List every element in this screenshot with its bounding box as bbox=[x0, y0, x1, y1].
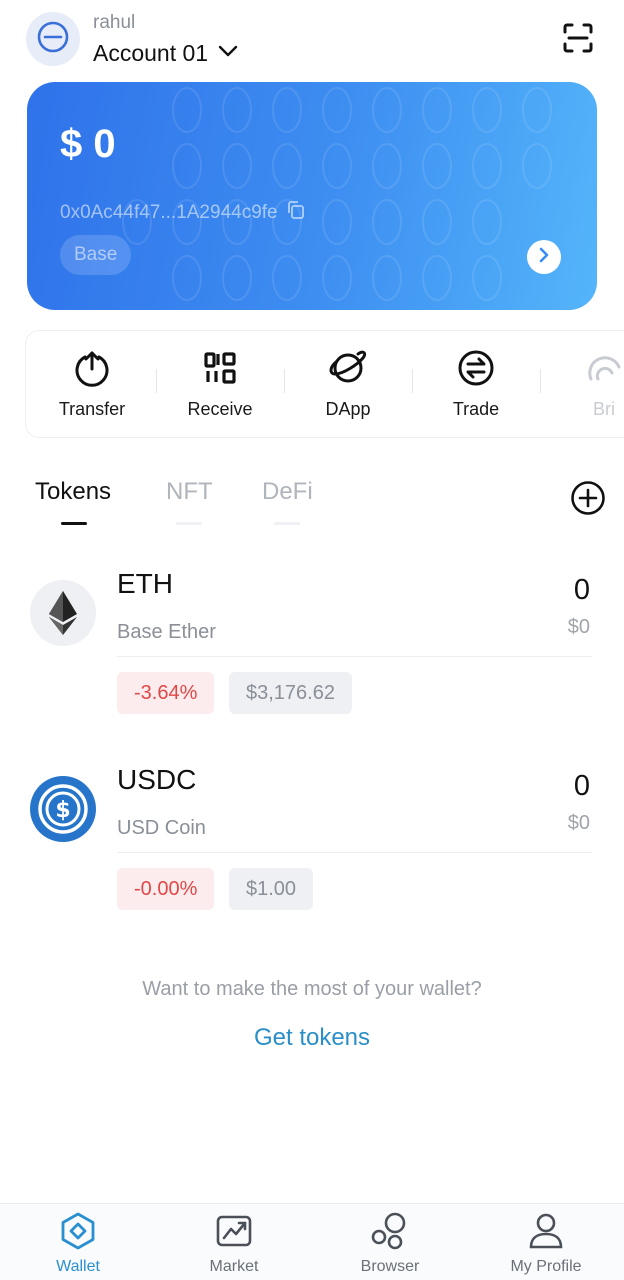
bridge-label: Bri bbox=[593, 399, 615, 419]
qr-code-icon bbox=[203, 347, 237, 389]
promo-text: Want to make the most of your wallet? bbox=[142, 978, 482, 1000]
token-symbol: ETH bbox=[117, 568, 173, 599]
plus-circle-icon bbox=[570, 480, 606, 521]
wallet-address-row[interactable]: 0x0Ac44f47...1A2944c9fe bbox=[60, 200, 306, 225]
account-name: Account 01 bbox=[93, 40, 209, 66]
trade-label: Trade bbox=[452, 399, 500, 419]
dapp-label: DApp bbox=[325, 399, 371, 419]
tab-defi-indicator bbox=[274, 522, 300, 525]
price-badge: $1.00 bbox=[229, 868, 314, 910]
account-switcher[interactable]: Account 01 bbox=[93, 40, 238, 67]
dapp-button[interactable]: DApp bbox=[284, 331, 412, 437]
market-chart-icon bbox=[215, 1210, 253, 1252]
price-change-badge: -3.64% bbox=[117, 672, 215, 714]
nav-browser[interactable]: Browser bbox=[312, 1204, 468, 1280]
token-row-usdc[interactable]: $ USDC USD Coin 0 $0 -0.00% $1.00 bbox=[0, 764, 624, 934]
profile-icon bbox=[527, 1210, 565, 1252]
usdc-logo-icon: $ bbox=[30, 776, 96, 842]
price-change-badge: -0.00% bbox=[117, 868, 215, 910]
nav-market-label: Market bbox=[209, 1258, 259, 1275]
browser-bubbles-icon bbox=[370, 1210, 410, 1252]
tab-tokens-indicator bbox=[61, 522, 87, 525]
header: rahul Account 01 bbox=[0, 0, 624, 80]
quick-actions: Transfer Receive DApp Trade Bri bbox=[25, 330, 624, 438]
token-fiat-value: $0 bbox=[567, 812, 590, 834]
transfer-icon bbox=[73, 347, 111, 389]
token-fiat-value: $0 bbox=[567, 616, 590, 638]
tab-nft[interactable]: NFT bbox=[166, 478, 213, 506]
nav-browser-label: Browser bbox=[360, 1258, 420, 1275]
receive-button[interactable]: Receive bbox=[156, 331, 284, 437]
swap-icon bbox=[457, 347, 495, 389]
get-tokens-link[interactable]: Get tokens bbox=[0, 1024, 624, 1052]
bridge-button[interactable]: Bri bbox=[540, 331, 624, 437]
planet-icon bbox=[327, 347, 369, 389]
tab-tokens[interactable]: Tokens bbox=[35, 478, 111, 506]
token-amount: 0 bbox=[573, 770, 590, 802]
scan-button[interactable] bbox=[556, 18, 600, 62]
price-badge: $3,176.62 bbox=[229, 672, 352, 714]
token-row-eth[interactable]: ETH Base Ether 0 $0 -3.64% $3,176.62 bbox=[0, 568, 624, 738]
copy-icon[interactable] bbox=[286, 200, 306, 225]
network-badge[interactable]: Base bbox=[60, 235, 132, 275]
token-symbol: USDC bbox=[117, 764, 197, 795]
trade-button[interactable]: Trade bbox=[412, 331, 540, 437]
tab-defi[interactable]: DeFi bbox=[262, 478, 313, 506]
bottom-navigation: Wallet Market Browser My Profile bbox=[0, 1203, 624, 1280]
wallet-icon bbox=[58, 1210, 98, 1252]
card-details-button[interactable] bbox=[527, 240, 561, 274]
bridge-icon bbox=[585, 347, 623, 389]
total-balance: $ 0 bbox=[60, 122, 116, 166]
ethereum-logo-icon bbox=[30, 580, 96, 646]
nav-wallet-label: Wallet bbox=[56, 1258, 100, 1275]
scan-icon bbox=[562, 22, 594, 59]
chevron-right-icon bbox=[537, 247, 551, 268]
base-network-icon bbox=[36, 20, 70, 59]
card-background-pattern bbox=[122, 87, 552, 301]
token-amount: 0 bbox=[573, 574, 590, 606]
receive-label: Receive bbox=[187, 399, 253, 419]
user-name: rahul bbox=[93, 12, 136, 33]
wallet-address: 0x0Ac44f47...1A2944c9fe bbox=[60, 201, 278, 223]
chevron-down-icon bbox=[218, 44, 238, 63]
nav-wallet[interactable]: Wallet bbox=[0, 1204, 156, 1280]
nav-my-profile[interactable]: My Profile bbox=[468, 1204, 624, 1280]
svg-text:$: $ bbox=[55, 798, 70, 823]
transfer-button[interactable]: Transfer bbox=[28, 331, 156, 437]
divider bbox=[117, 852, 592, 853]
nav-my-profile-label: My Profile bbox=[510, 1258, 582, 1275]
token-name: USD Coin bbox=[117, 817, 206, 839]
account-avatar[interactable] bbox=[26, 12, 80, 66]
nav-market[interactable]: Market bbox=[156, 1204, 312, 1280]
add-token-button[interactable] bbox=[570, 480, 606, 521]
balance-card[interactable]: $ 0 0x0Ac44f47...1A2944c9fe Base bbox=[27, 82, 597, 310]
tab-nft-indicator bbox=[176, 522, 202, 525]
token-name: Base Ether bbox=[117, 621, 216, 643]
transfer-label: Transfer bbox=[58, 399, 126, 419]
divider bbox=[117, 656, 592, 657]
